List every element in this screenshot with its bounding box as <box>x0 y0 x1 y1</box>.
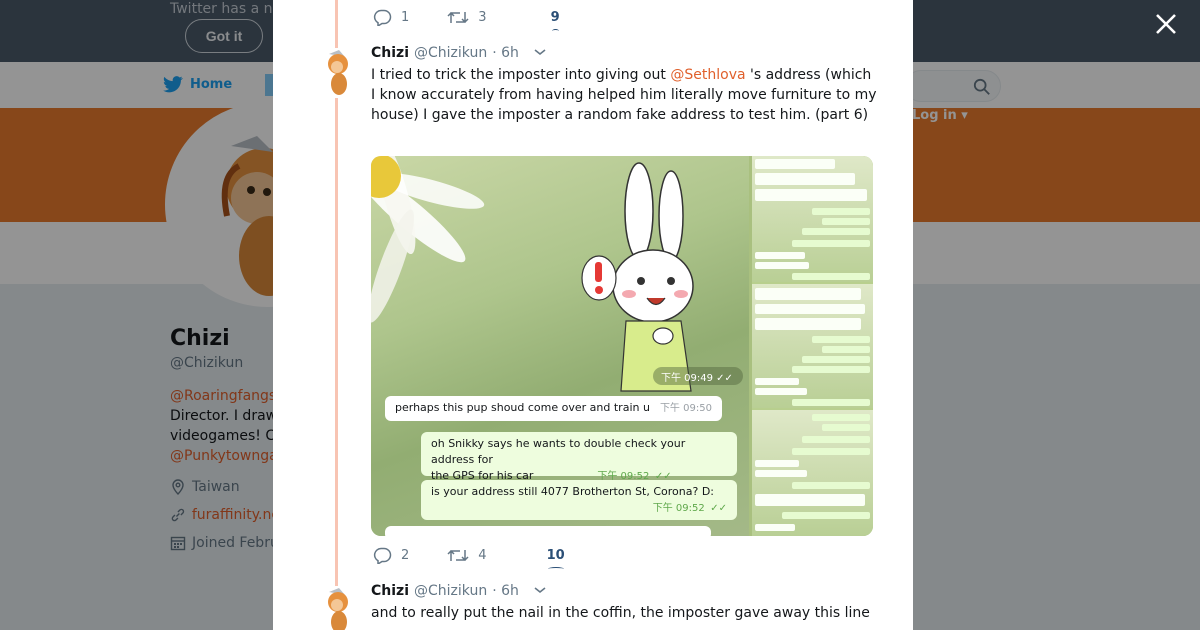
chevron-down-icon <box>534 587 546 594</box>
media-photo-main[interactable]: 下午 09:49 ✓✓ perhaps this pup shoud come … <box>371 156 749 536</box>
retweet-icon <box>447 11 469 24</box>
retweet-count: 3 <box>478 10 487 25</box>
tweet-header: Chizi @Chizikun · 6h <box>371 45 547 61</box>
chat-bubble <box>385 526 711 536</box>
avatar-character-image <box>328 50 348 95</box>
chat-bubble-time: 下午 09:50 <box>659 403 712 414</box>
tweet-actions: 1 3 9 <box>373 9 560 30</box>
tweet-text-part: I tried to trick the imposter into givin… <box>371 67 671 83</box>
chat-bubble: perhaps this pup shoud come over and tra… <box>385 396 722 421</box>
like-count: 10 <box>546 548 565 568</box>
reply-icon <box>373 9 392 26</box>
tweet-avatar[interactable] <box>321 586 355 630</box>
tweet-actions: 2 4 10 <box>373 547 565 568</box>
close-icon <box>1156 14 1176 34</box>
tweet-mention-link[interactable]: @Sethlova <box>670 67 745 83</box>
read-check-icon: ✓✓ <box>710 503 727 514</box>
reply-button[interactable]: 1 <box>373 9 409 26</box>
like-button[interactable]: 10 <box>546 548 565 568</box>
tweet-text: and to really put the nail in the coffin… <box>371 605 870 621</box>
stamp-text: 下午 09:49 <box>661 373 713 384</box>
like-button[interactable]: 9 <box>550 10 560 30</box>
chat-bubble: oh Snikky says he wants to double check … <box>421 432 737 482</box>
media-photo-thumb[interactable] <box>752 284 873 408</box>
retweet-icon <box>447 549 469 562</box>
tweet-author-handle[interactable]: @Chizikun <box>414 583 487 599</box>
close-button[interactable] <box>1154 12 1178 36</box>
reply-count: 2 <box>401 548 410 563</box>
chevron-down-icon <box>534 49 546 56</box>
retweet-button[interactable]: 3 <box>447 9 487 26</box>
tweet-menu-button[interactable] <box>533 45 547 61</box>
media-photo-thumb[interactable] <box>752 410 873 536</box>
chat-bubble-time: 下午 09:52 <box>652 503 705 514</box>
conversation-modal: 1 3 9 Chizi @Chizikun · 6h I tried to tr… <box>273 0 913 630</box>
tweet-avatar[interactable] <box>321 48 355 96</box>
reply-count: 1 <box>401 10 410 25</box>
reply-button[interactable]: 2 <box>373 547 409 564</box>
chat-bubble: is your address still 4077 Brotherton St… <box>421 480 737 520</box>
tweet-menu-button[interactable] <box>533 583 547 599</box>
chat-image-timestamp: 下午 09:49 ✓✓ <box>653 367 743 385</box>
chat-bubble-text: is your address still 4077 Brotherton St… <box>431 485 715 498</box>
retweet-count: 4 <box>478 548 487 563</box>
retweet-button[interactable]: 4 <box>447 547 487 564</box>
avatar-character-image <box>328 588 348 630</box>
tweet-timestamp[interactable]: · 6h <box>492 45 519 61</box>
tweet-author-handle[interactable]: @Chizikun <box>414 45 487 61</box>
tweet-author-name[interactable]: Chizi <box>371 583 409 599</box>
chat-bubble-text: perhaps this pup shoud come over and tra… <box>395 401 650 414</box>
tweet-author-name[interactable]: Chizi <box>371 45 409 61</box>
thread-line <box>335 0 338 48</box>
tweet-media[interactable]: 下午 09:49 ✓✓ perhaps this pup shoud come … <box>371 156 873 536</box>
tweet-timestamp[interactable]: · 6h <box>492 583 519 599</box>
tweet-header: Chizi @Chizikun · 6h <box>371 583 547 599</box>
media-thumbnails <box>752 156 873 536</box>
media-photo-thumb[interactable] <box>752 156 873 282</box>
reply-icon <box>373 547 392 564</box>
thread-line <box>335 98 338 586</box>
chat-bubble-text: oh Snikky says he wants to double check … <box>431 437 686 466</box>
like-count: 9 <box>550 10 560 30</box>
tweet-text: I tried to trick the imposter into givin… <box>371 65 877 125</box>
